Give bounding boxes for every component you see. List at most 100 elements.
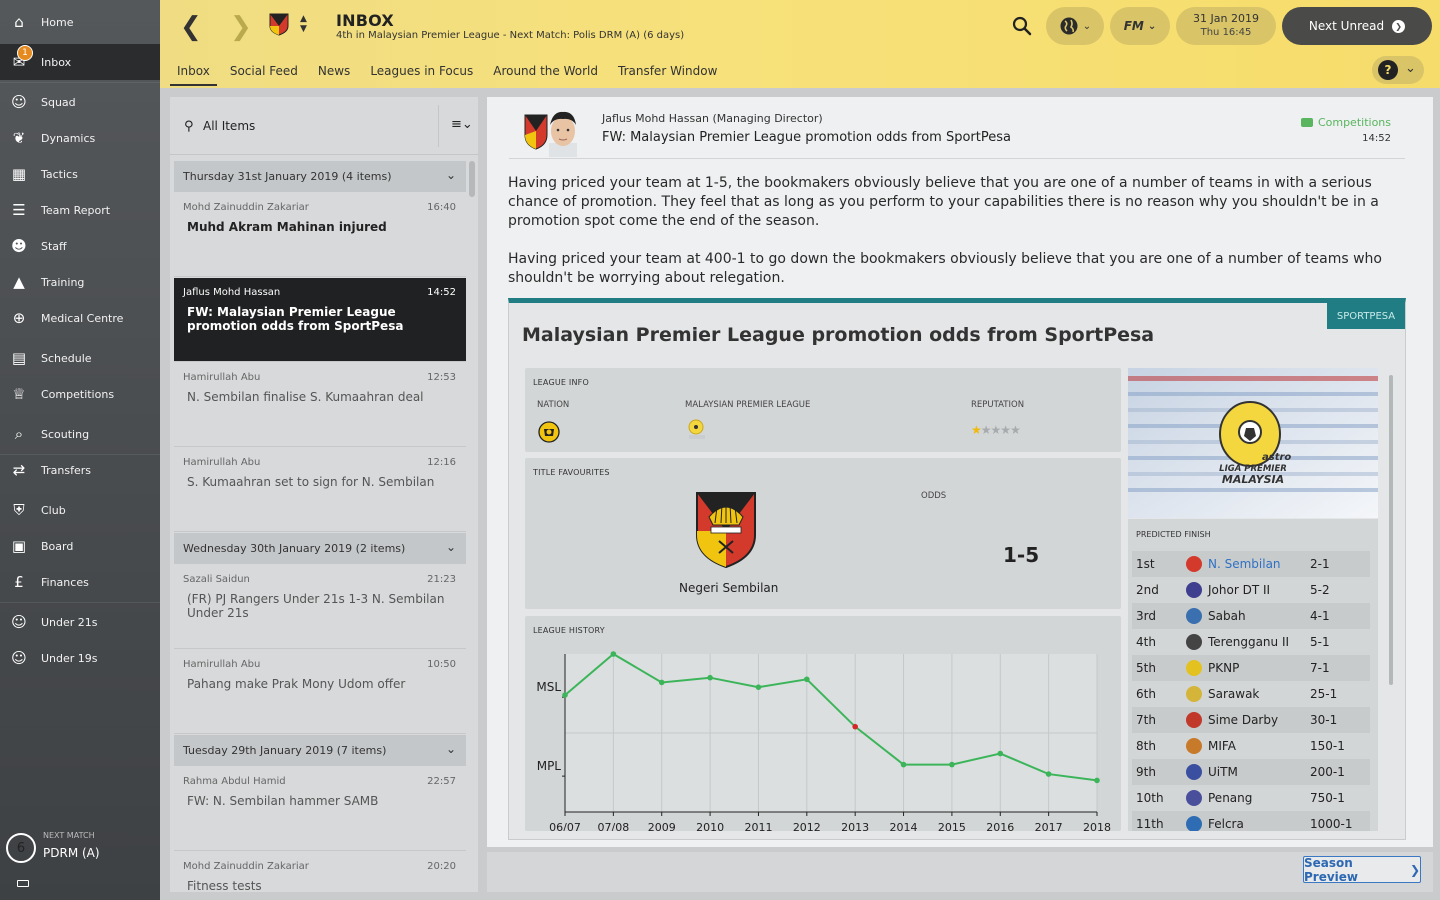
predicted-row[interactable]: 6th Sarawak 25-1 (1132, 681, 1370, 707)
list-options-icon[interactable]: ≡⌄ (451, 117, 473, 132)
sidebar-item-training[interactable]: ▲ Training (0, 264, 160, 300)
sidebar-item-club[interactable]: ⛨ Club (0, 492, 160, 528)
list-item[interactable]: Hamirullah Abu 10:50 Pahang make Prak Mo… (174, 650, 466, 734)
predicted-team[interactable]: N. Sembilan (1208, 557, 1281, 571)
fm-menu-button[interactable]: FM ⌄ (1110, 7, 1170, 45)
predicted-team[interactable]: Sabah (1208, 609, 1246, 623)
predicted-row[interactable]: 5th PKNP 7-1 (1132, 655, 1370, 681)
date-time-button[interactable]: 31 Jan 2019 Thu 16:45 (1176, 7, 1276, 45)
club-crest-icon[interactable] (268, 12, 290, 36)
predicted-row[interactable]: 9th UiTM 200-1 (1132, 759, 1370, 785)
data-point[interactable] (562, 692, 568, 698)
sidebar-item-staff[interactable]: ☻ Staff (0, 228, 160, 264)
sidebar-item-schedule[interactable]: ▤ Schedule (0, 340, 160, 376)
tab-inbox[interactable]: Inbox (170, 58, 217, 86)
predicted-row[interactable]: 7th Sime Darby 30-1 (1132, 707, 1370, 733)
tab-around-the-world[interactable]: Around the World (486, 58, 605, 86)
list-scrollbar[interactable] (469, 161, 475, 197)
list-item[interactable]: Mohd Zainuddin Zakariar 20:20 Fitness te… (174, 852, 466, 892)
sidebar-item-tactics[interactable]: ▦ Tactics (0, 156, 160, 192)
sidebar-item-squad[interactable]: ☺ Squad (0, 84, 160, 120)
predicted-team[interactable]: Felcra (1208, 817, 1244, 831)
list-item[interactable]: Rahma Abdul Hamid 22:57 FW: N. Sembilan … (174, 767, 466, 851)
team-badge-icon (1186, 686, 1202, 702)
favourite-team[interactable]: Negeri Sembilan (679, 581, 778, 595)
collapse-sidebar-icon[interactable] (17, 880, 29, 887)
data-point[interactable] (707, 674, 713, 681)
league-label[interactable]: MALAYSIAN PREMIER LEAGUE (685, 400, 810, 410)
predicted-scrollbar[interactable] (1389, 375, 1393, 685)
predicted-team[interactable]: Terengganu II (1208, 635, 1289, 649)
league-logo-icon[interactable] (687, 419, 707, 441)
sidebar-item-scouting[interactable]: ⌕ Scouting (0, 416, 160, 452)
message-category[interactable]: Competitions (1300, 116, 1391, 129)
predicted-row[interactable]: 1st N. Sembilan 2-1 (1132, 551, 1370, 577)
sidebar-item-board[interactable]: ▣ Board (0, 528, 160, 564)
data-point[interactable] (997, 750, 1004, 757)
list-item[interactable]: Mohd Zainuddin Zakariar 16:40 Muhd Akram… (174, 193, 466, 277)
data-point[interactable] (1094, 777, 1100, 784)
sender-name[interactable]: Jaflus Mohd Hassan (602, 112, 709, 125)
filter-label[interactable]: All Items (203, 119, 255, 133)
list-item[interactable]: Hamirullah Abu 12:16 S. Kumaahran set to… (174, 448, 466, 532)
predicted-team[interactable]: Sime Darby (1208, 713, 1278, 727)
sender-avatar[interactable] (523, 107, 583, 157)
data-point[interactable] (949, 761, 955, 768)
sidebar-item-transfers[interactable]: ⇄ Transfers (0, 452, 160, 488)
dynamics-icon: ❦ (12, 129, 26, 147)
predicted-team[interactable]: MIFA (1208, 739, 1236, 753)
forward-arrow-icon[interactable]: ❯ (230, 12, 252, 42)
predicted-team[interactable]: Sarawak (1208, 687, 1259, 701)
sidebar-item-home[interactable]: ⌂ Home (0, 4, 160, 40)
y-tick-label: MSL (536, 680, 561, 694)
data-point[interactable] (610, 651, 617, 657)
data-point[interactable] (852, 723, 858, 730)
tab-news[interactable]: News (311, 58, 357, 86)
predicted-row[interactable]: 8th MIFA 150-1 (1132, 733, 1370, 759)
data-point[interactable] (804, 676, 810, 683)
sidebar-item-under-19s[interactable]: ☺ Under 19s (0, 640, 160, 676)
list-item[interactable]: Hamirullah Abu 12:53 N. Sembilan finalis… (174, 363, 466, 447)
list-item[interactable]: Sazali Saidun 21:23 (FR) PJ Rangers Unde… (174, 565, 466, 649)
predicted-team[interactable]: PKNP (1208, 661, 1239, 675)
sidebar-item-medical-centre[interactable]: ⊕ Medical Centre (0, 300, 160, 336)
sidebar-item-competitions[interactable]: ♕ Competitions (0, 376, 160, 412)
date-group-header[interactable]: Tuesday 29th January 2019 (7 items) ⌄ (174, 735, 466, 766)
tab-transfer-window[interactable]: Transfer Window (611, 58, 724, 86)
predicted-team[interactable]: UiTM (1208, 765, 1238, 779)
predicted-row[interactable]: 11th Felcra 1000-1 (1132, 811, 1370, 831)
chevron-down-icon[interactable]: ⌄ (446, 742, 456, 756)
data-point[interactable] (755, 684, 762, 690)
sidebar-item-finances[interactable]: £ Finances (0, 564, 160, 600)
data-point[interactable] (1045, 771, 1052, 777)
negeri-sembilan-crest[interactable] (695, 491, 757, 569)
next-unread-button[interactable]: Next Unread ❯ (1282, 7, 1432, 45)
data-point[interactable] (658, 679, 665, 686)
date-group-header[interactable]: Thursday 31st January 2019 (4 items) ⌄ (174, 161, 466, 192)
back-arrow-icon[interactable]: ❮ (180, 12, 202, 42)
data-point[interactable] (900, 761, 907, 768)
search-icon[interactable]: ⚲ (184, 119, 194, 134)
help-button[interactable]: ? ⌄ (1372, 56, 1424, 84)
sidebar-item-team-report[interactable]: ☰ Team Report (0, 192, 160, 228)
malaysia-flag-icon[interactable] (538, 421, 560, 443)
chevron-down-icon[interactable]: ⌄ (446, 168, 456, 182)
date-group-header[interactable]: Wednesday 30th January 2019 (2 items) ⌄ (174, 533, 466, 564)
next-match-widget[interactable]: 6 NEXT MATCH PDRM (A) (4, 826, 154, 870)
chevron-down-icon[interactable]: ⌄ (446, 540, 456, 554)
predicted-row[interactable]: 3rd Sabah 4-1 (1132, 603, 1370, 629)
club-switcher-icon[interactable]: ▲ ▼ (300, 14, 307, 34)
search-icon[interactable] (1012, 16, 1032, 36)
predicted-team[interactable]: Johor DT II (1208, 583, 1270, 597)
world-menu-button[interactable]: ⌄ (1046, 7, 1104, 45)
predicted-row[interactable]: 2nd Johor DT II 5-2 (1132, 577, 1370, 603)
sidebar-item-under-21s[interactable]: ☺ Under 21s (0, 604, 160, 640)
tab-leagues-in-focus[interactable]: Leagues in Focus (363, 58, 480, 86)
predicted-row[interactable]: 4th Terengganu II 5-1 (1132, 629, 1370, 655)
list-item-selected[interactable]: Jaflus Mohd Hassan 14:52 FW: Malaysian P… (174, 278, 466, 362)
tab-social-feed[interactable]: Social Feed (223, 58, 305, 86)
sidebar-item-dynamics[interactable]: ❦ Dynamics (0, 120, 160, 156)
predicted-team[interactable]: Penang (1208, 791, 1252, 805)
predicted-row[interactable]: 10th Penang 750-1 (1132, 785, 1370, 811)
season-preview-button[interactable]: Season Preview ❯ (1303, 856, 1421, 884)
